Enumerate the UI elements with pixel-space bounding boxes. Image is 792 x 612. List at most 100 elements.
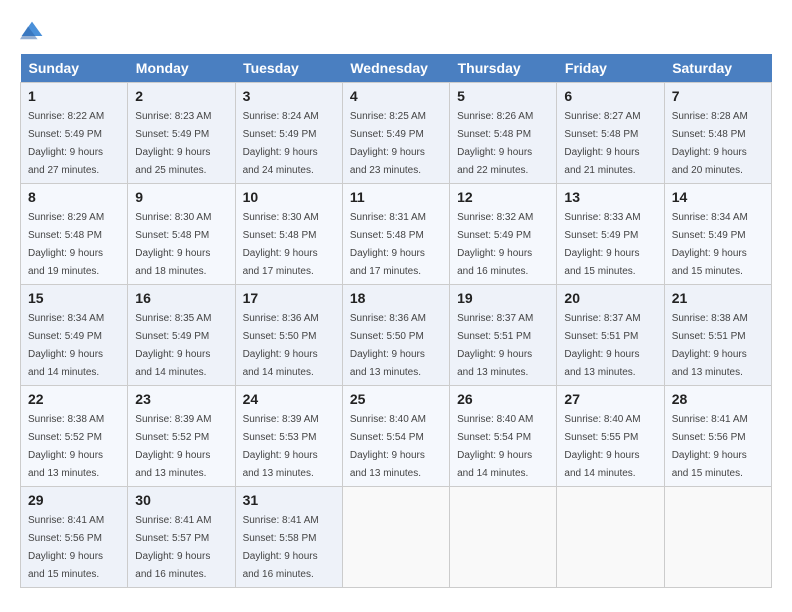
calendar-header-monday: Monday: [128, 54, 235, 83]
calendar-header-wednesday: Wednesday: [342, 54, 449, 83]
calendar-day-3: 3 Sunrise: 8:24 AM Sunset: 5:49 PM Dayli…: [235, 83, 342, 184]
calendar-day-5: 5 Sunrise: 8:26 AM Sunset: 5:48 PM Dayli…: [450, 83, 557, 184]
day-info: Sunrise: 8:34 AM Sunset: 5:49 PM Dayligh…: [672, 212, 748, 277]
calendar-header-thursday: Thursday: [450, 54, 557, 83]
calendar-header-friday: Friday: [557, 54, 664, 83]
day-number: 28: [672, 391, 764, 407]
calendar-day-28: 28 Sunrise: 8:41 AM Sunset: 5:56 PM Dayl…: [664, 386, 771, 487]
day-number: 2: [135, 88, 227, 104]
calendar-day-18: 18 Sunrise: 8:36 AM Sunset: 5:50 PM Dayl…: [342, 285, 449, 386]
day-info: Sunrise: 8:34 AM Sunset: 5:49 PM Dayligh…: [28, 313, 104, 378]
calendar-day-22: 22 Sunrise: 8:38 AM Sunset: 5:52 PM Dayl…: [21, 386, 128, 487]
day-info: Sunrise: 8:26 AM Sunset: 5:48 PM Dayligh…: [457, 111, 533, 176]
logo: [20, 20, 48, 44]
calendar-day-8: 8 Sunrise: 8:29 AM Sunset: 5:48 PM Dayli…: [21, 184, 128, 285]
day-number: 23: [135, 391, 227, 407]
calendar-day-25: 25 Sunrise: 8:40 AM Sunset: 5:54 PM Dayl…: [342, 386, 449, 487]
day-info: Sunrise: 8:36 AM Sunset: 5:50 PM Dayligh…: [350, 313, 426, 378]
day-info: Sunrise: 8:38 AM Sunset: 5:52 PM Dayligh…: [28, 414, 104, 479]
day-info: Sunrise: 8:39 AM Sunset: 5:52 PM Dayligh…: [135, 414, 211, 479]
day-number: 15: [28, 290, 120, 306]
empty-cell: [342, 487, 449, 588]
calendar-day-29: 29 Sunrise: 8:41 AM Sunset: 5:56 PM Dayl…: [21, 487, 128, 588]
empty-cell: [557, 487, 664, 588]
day-info: Sunrise: 8:41 AM Sunset: 5:56 PM Dayligh…: [672, 414, 748, 479]
day-info: Sunrise: 8:40 AM Sunset: 5:54 PM Dayligh…: [457, 414, 533, 479]
day-info: Sunrise: 8:40 AM Sunset: 5:54 PM Dayligh…: [350, 414, 426, 479]
day-number: 29: [28, 492, 120, 508]
day-info: Sunrise: 8:37 AM Sunset: 5:51 PM Dayligh…: [457, 313, 533, 378]
day-number: 7: [672, 88, 764, 104]
calendar-day-19: 19 Sunrise: 8:37 AM Sunset: 5:51 PM Dayl…: [450, 285, 557, 386]
calendar-table: SundayMondayTuesdayWednesdayThursdayFrid…: [20, 54, 772, 588]
day-info: Sunrise: 8:41 AM Sunset: 5:56 PM Dayligh…: [28, 515, 104, 580]
day-info: Sunrise: 8:35 AM Sunset: 5:49 PM Dayligh…: [135, 313, 211, 378]
calendar-day-11: 11 Sunrise: 8:31 AM Sunset: 5:48 PM Dayl…: [342, 184, 449, 285]
calendar-day-10: 10 Sunrise: 8:30 AM Sunset: 5:48 PM Dayl…: [235, 184, 342, 285]
day-number: 22: [28, 391, 120, 407]
day-number: 19: [457, 290, 549, 306]
calendar-day-12: 12 Sunrise: 8:32 AM Sunset: 5:49 PM Dayl…: [450, 184, 557, 285]
calendar-day-15: 15 Sunrise: 8:34 AM Sunset: 5:49 PM Dayl…: [21, 285, 128, 386]
calendar-day-26: 26 Sunrise: 8:40 AM Sunset: 5:54 PM Dayl…: [450, 386, 557, 487]
day-number: 31: [243, 492, 335, 508]
calendar-day-24: 24 Sunrise: 8:39 AM Sunset: 5:53 PM Dayl…: [235, 386, 342, 487]
empty-cell: [450, 487, 557, 588]
day-number: 27: [564, 391, 656, 407]
day-number: 12: [457, 189, 549, 205]
calendar-day-21: 21 Sunrise: 8:38 AM Sunset: 5:51 PM Dayl…: [664, 285, 771, 386]
day-info: Sunrise: 8:37 AM Sunset: 5:51 PM Dayligh…: [564, 313, 640, 378]
day-number: 24: [243, 391, 335, 407]
day-info: Sunrise: 8:33 AM Sunset: 5:49 PM Dayligh…: [564, 212, 640, 277]
calendar-week-row-3: 15 Sunrise: 8:34 AM Sunset: 5:49 PM Dayl…: [21, 285, 772, 386]
day-number: 3: [243, 88, 335, 104]
day-number: 16: [135, 290, 227, 306]
day-info: Sunrise: 8:27 AM Sunset: 5:48 PM Dayligh…: [564, 111, 640, 176]
day-info: Sunrise: 8:32 AM Sunset: 5:49 PM Dayligh…: [457, 212, 533, 277]
day-number: 4: [350, 88, 442, 104]
calendar-day-17: 17 Sunrise: 8:36 AM Sunset: 5:50 PM Dayl…: [235, 285, 342, 386]
day-number: 13: [564, 189, 656, 205]
day-number: 11: [350, 189, 442, 205]
day-info: Sunrise: 8:25 AM Sunset: 5:49 PM Dayligh…: [350, 111, 426, 176]
day-info: Sunrise: 8:24 AM Sunset: 5:49 PM Dayligh…: [243, 111, 319, 176]
day-info: Sunrise: 8:22 AM Sunset: 5:49 PM Dayligh…: [28, 111, 104, 176]
day-number: 17: [243, 290, 335, 306]
calendar-day-16: 16 Sunrise: 8:35 AM Sunset: 5:49 PM Dayl…: [128, 285, 235, 386]
calendar-day-13: 13 Sunrise: 8:33 AM Sunset: 5:49 PM Dayl…: [557, 184, 664, 285]
calendar-day-9: 9 Sunrise: 8:30 AM Sunset: 5:48 PM Dayli…: [128, 184, 235, 285]
day-number: 10: [243, 189, 335, 205]
day-number: 26: [457, 391, 549, 407]
day-info: Sunrise: 8:41 AM Sunset: 5:57 PM Dayligh…: [135, 515, 211, 580]
day-number: 21: [672, 290, 764, 306]
day-info: Sunrise: 8:29 AM Sunset: 5:48 PM Dayligh…: [28, 212, 104, 277]
logo-icon: [20, 20, 44, 44]
day-number: 6: [564, 88, 656, 104]
calendar-day-20: 20 Sunrise: 8:37 AM Sunset: 5:51 PM Dayl…: [557, 285, 664, 386]
calendar-day-6: 6 Sunrise: 8:27 AM Sunset: 5:48 PM Dayli…: [557, 83, 664, 184]
day-info: Sunrise: 8:36 AM Sunset: 5:50 PM Dayligh…: [243, 313, 319, 378]
calendar-day-27: 27 Sunrise: 8:40 AM Sunset: 5:55 PM Dayl…: [557, 386, 664, 487]
calendar-day-1: 1 Sunrise: 8:22 AM Sunset: 5:49 PM Dayli…: [21, 83, 128, 184]
page-header: [20, 20, 772, 44]
calendar-header-row: SundayMondayTuesdayWednesdayThursdayFrid…: [21, 54, 772, 83]
calendar-week-row-2: 8 Sunrise: 8:29 AM Sunset: 5:48 PM Dayli…: [21, 184, 772, 285]
day-info: Sunrise: 8:30 AM Sunset: 5:48 PM Dayligh…: [243, 212, 319, 277]
calendar-week-row-4: 22 Sunrise: 8:38 AM Sunset: 5:52 PM Dayl…: [21, 386, 772, 487]
day-info: Sunrise: 8:38 AM Sunset: 5:51 PM Dayligh…: [672, 313, 748, 378]
day-info: Sunrise: 8:23 AM Sunset: 5:49 PM Dayligh…: [135, 111, 211, 176]
day-info: Sunrise: 8:40 AM Sunset: 5:55 PM Dayligh…: [564, 414, 640, 479]
calendar-header-tuesday: Tuesday: [235, 54, 342, 83]
day-number: 30: [135, 492, 227, 508]
calendar-header-sunday: Sunday: [21, 54, 128, 83]
day-info: Sunrise: 8:31 AM Sunset: 5:48 PM Dayligh…: [350, 212, 426, 277]
calendar-day-4: 4 Sunrise: 8:25 AM Sunset: 5:49 PM Dayli…: [342, 83, 449, 184]
day-number: 14: [672, 189, 764, 205]
day-number: 8: [28, 189, 120, 205]
day-info: Sunrise: 8:41 AM Sunset: 5:58 PM Dayligh…: [243, 515, 319, 580]
day-info: Sunrise: 8:39 AM Sunset: 5:53 PM Dayligh…: [243, 414, 319, 479]
day-number: 18: [350, 290, 442, 306]
calendar-day-7: 7 Sunrise: 8:28 AM Sunset: 5:48 PM Dayli…: [664, 83, 771, 184]
calendar-day-30: 30 Sunrise: 8:41 AM Sunset: 5:57 PM Dayl…: [128, 487, 235, 588]
day-info: Sunrise: 8:30 AM Sunset: 5:48 PM Dayligh…: [135, 212, 211, 277]
